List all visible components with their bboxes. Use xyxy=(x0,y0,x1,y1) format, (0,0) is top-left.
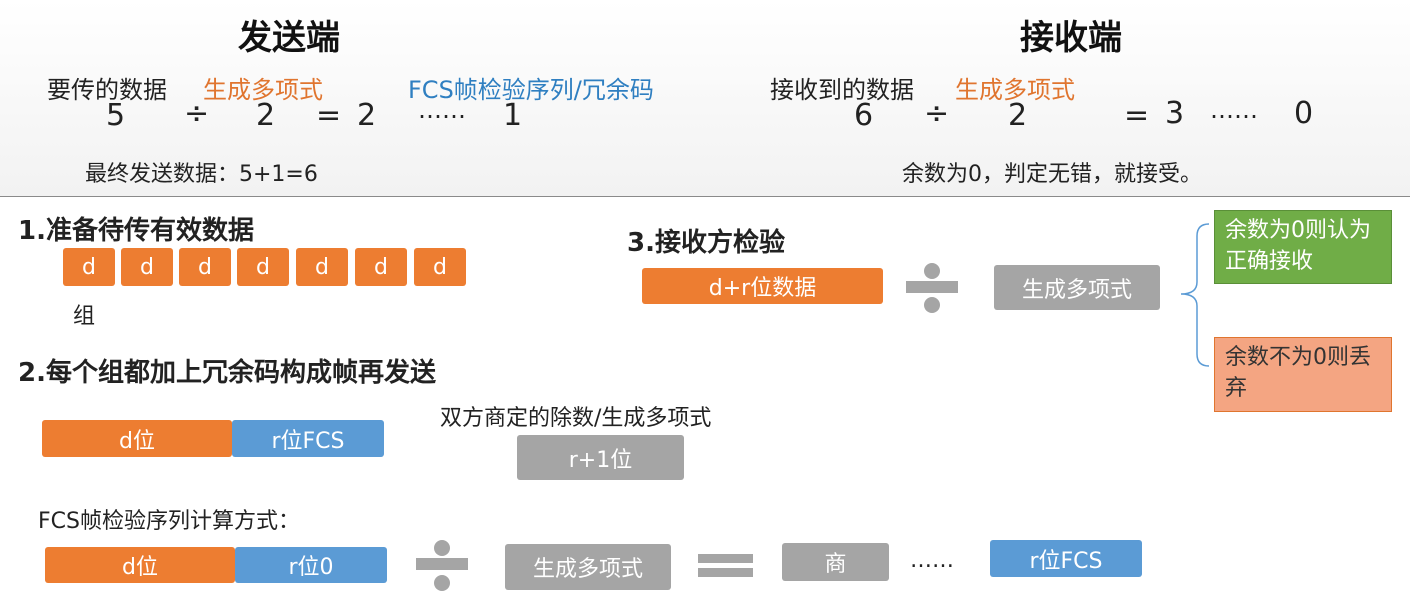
data-block: d xyxy=(179,248,231,286)
sender-divisor: 2 xyxy=(256,98,276,133)
data-block: d xyxy=(355,248,407,286)
receiver-equals: = xyxy=(1124,98,1150,133)
step1-title: 1.准备待传有效数据 xyxy=(18,216,254,246)
receiver-remainder: 0 xyxy=(1294,96,1314,131)
receiver-dots: …… xyxy=(1210,96,1258,124)
reject-box: 余数不为0则丢弃 xyxy=(1214,337,1392,412)
receiver-dividend: 6 xyxy=(854,98,874,133)
received-data-block: d+r位数据 xyxy=(642,268,883,304)
data-block: d xyxy=(121,248,173,286)
receiver-divide-sign: ÷ xyxy=(924,96,950,131)
data-block: d xyxy=(237,248,289,286)
quotient-block: 商 xyxy=(782,543,889,581)
sender-quotient: 2 xyxy=(357,98,377,133)
sender-equals: = xyxy=(316,98,342,133)
data-block: d xyxy=(296,248,348,286)
calc-poly-block: 生成多项式 xyxy=(505,544,671,590)
r-fcs-block: r位FCS xyxy=(232,420,384,457)
calc-r-zero-block: r位0 xyxy=(235,547,387,583)
group-label: 组 xyxy=(73,304,96,329)
sender-divide-sign: ÷ xyxy=(184,96,210,131)
calc-dots: …… xyxy=(910,548,954,573)
calc-r-fcs-block: r位FCS xyxy=(990,540,1142,577)
receiver-title: 接收端 xyxy=(1020,18,1122,58)
d-bits-block: d位 xyxy=(42,420,232,457)
fcs-calc-title: FCS帧检验序列计算方式： xyxy=(38,509,300,534)
data-block: d xyxy=(63,248,115,286)
step3-title: 3.接收方检验 xyxy=(627,228,785,258)
calc-d-bits-block: d位 xyxy=(45,547,235,583)
receiver-quotient: 3 xyxy=(1165,96,1185,131)
r-plus-1-block: r+1位 xyxy=(517,435,684,480)
sender-final: 最终发送数据：5+1=6 xyxy=(85,162,318,187)
step2-title: 2.每个组都加上冗余码构成帧再发送 xyxy=(18,358,436,388)
accept-box: 余数为0则认为正确接收 xyxy=(1214,210,1392,284)
data-block: d xyxy=(414,248,466,286)
receiver-divisor: 2 xyxy=(1008,98,1028,133)
sender-dots: …… xyxy=(418,96,466,124)
brace-icon xyxy=(1180,223,1210,367)
check-poly-block: 生成多项式 xyxy=(994,265,1160,310)
receiver-data-label: 接收到的数据 xyxy=(770,76,914,104)
sender-dividend: 5 xyxy=(106,98,126,133)
sender-remainder: 1 xyxy=(503,98,523,133)
receiver-conclusion: 余数为0，判定无错，就接受。 xyxy=(902,162,1202,187)
divisor-caption: 双方商定的除数/生成多项式 xyxy=(440,406,712,431)
sender-title: 发送端 xyxy=(238,18,340,58)
